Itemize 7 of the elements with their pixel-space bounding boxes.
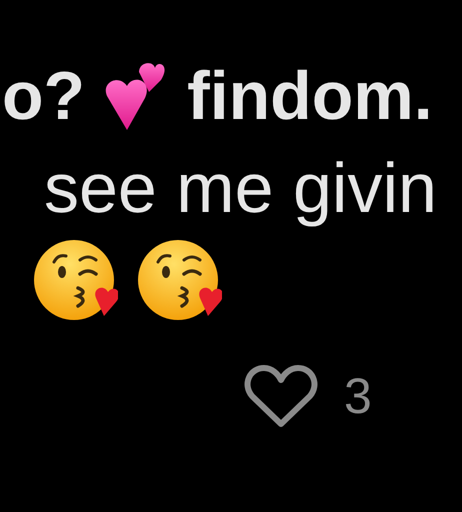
post-text: findom. [187,57,433,135]
kissing-face-icon [32,238,118,322]
post-text: o? [2,57,86,135]
like-count: 3 [344,367,372,425]
post-text: see me givin [44,148,437,228]
heart-icon[interactable] [244,364,318,428]
kissing-face-icon [136,238,222,322]
